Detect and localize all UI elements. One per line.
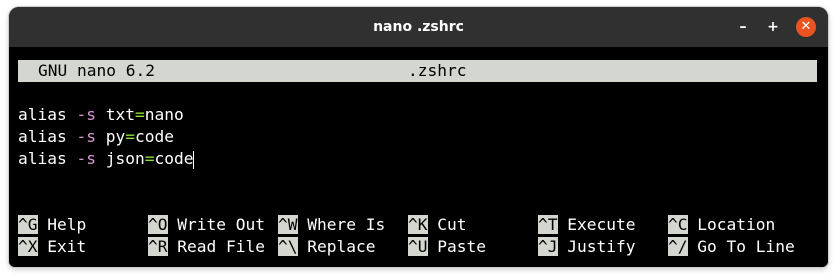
target-app: code: [134, 127, 174, 146]
shortcut-execute[interactable]: ^T Execute: [538, 214, 635, 236]
shortcut-key: ^T: [538, 215, 558, 234]
nano-version: GNU nano 6.2: [38, 61, 155, 80]
extension: txt: [105, 105, 135, 124]
equals-sign: =: [144, 149, 155, 168]
shortcut-write-out[interactable]: ^O Write Out: [148, 214, 265, 236]
minimize-button[interactable]: –: [733, 17, 753, 37]
shortcut-label: Go To Line: [697, 237, 795, 256]
shortcut-exit[interactable]: ^X Exit: [18, 236, 86, 258]
shortcut-read-file[interactable]: ^R Read File: [148, 236, 265, 258]
shortcut-cut[interactable]: ^K Cut: [408, 214, 467, 236]
shortcut-label: Justify: [567, 237, 636, 256]
titlebar[interactable]: nano .zshrc – + ✕: [9, 7, 828, 47]
alias-keyword: alias: [18, 105, 67, 124]
shortcut-go-to-line[interactable]: ^/ Go To Line: [668, 236, 795, 258]
flag: -s: [76, 149, 96, 168]
shortcut-location[interactable]: ^C Location: [668, 214, 775, 236]
alias-keyword: alias: [18, 127, 67, 146]
shortcut-label: Replace: [307, 237, 376, 256]
shortcut-replace[interactable]: ^\ Replace: [278, 236, 375, 258]
terminal-window: nano .zshrc – + ✕ GNU nano 6.2 .zshrc al…: [9, 7, 828, 267]
flag: -s: [76, 127, 96, 146]
equals-sign: =: [134, 105, 145, 124]
editor-line[interactable]: alias -s py=code: [18, 126, 174, 148]
shortcut-label: Help: [47, 215, 87, 234]
shortcut-key: ^X: [18, 237, 38, 256]
maximize-button[interactable]: +: [763, 17, 783, 37]
text-cursor: [193, 150, 195, 169]
nano-header-bar: GNU nano 6.2 .zshrc: [18, 60, 817, 82]
shortcut-label: Where Is: [307, 215, 386, 234]
shortcut-key: ^R: [148, 237, 168, 256]
shortcut-key: ^J: [538, 237, 558, 256]
target-app: nano: [144, 105, 184, 124]
shortcut-key: ^C: [668, 215, 688, 234]
shortcut-where-is[interactable]: ^W Where Is: [278, 214, 385, 236]
shortcut-label: Cut: [437, 215, 467, 234]
editor-line[interactable]: alias -s json=code: [18, 148, 195, 170]
shortcut-key: ^U: [408, 237, 428, 256]
shortcut-key: ^G: [18, 215, 38, 234]
alias-keyword: alias: [18, 149, 67, 168]
window-title: nano .zshrc: [373, 19, 464, 35]
shortcut-key: ^O: [148, 215, 168, 234]
extension: json: [105, 149, 145, 168]
shortcut-label: Exit: [47, 237, 87, 256]
shortcut-key: ^\: [278, 237, 298, 256]
shortcut-justify[interactable]: ^J Justify: [538, 236, 635, 258]
shortcut-label: Execute: [567, 215, 636, 234]
shortcut-key: ^/: [668, 237, 688, 256]
terminal-content[interactable]: GNU nano 6.2 .zshrc alias -s txt=nano al…: [9, 47, 828, 267]
shortcut-label: Read File: [177, 237, 265, 256]
close-button[interactable]: ✕: [796, 17, 816, 37]
shortcut-label: Location: [697, 215, 776, 234]
editor-line[interactable]: alias -s txt=nano: [18, 104, 184, 126]
extension: py: [105, 127, 126, 146]
equals-sign: =: [125, 127, 135, 146]
target-app: code: [154, 149, 194, 168]
shortcut-label: Paste: [437, 237, 486, 256]
shortcut-key: ^W: [278, 215, 298, 234]
flag: -s: [76, 105, 96, 124]
shortcut-label: Write Out: [177, 215, 265, 234]
shortcut-paste[interactable]: ^U Paste: [408, 236, 486, 258]
shortcut-help[interactable]: ^G Help: [18, 214, 86, 236]
shortcut-key: ^K: [408, 215, 428, 234]
file-name: .zshrc: [408, 61, 467, 80]
